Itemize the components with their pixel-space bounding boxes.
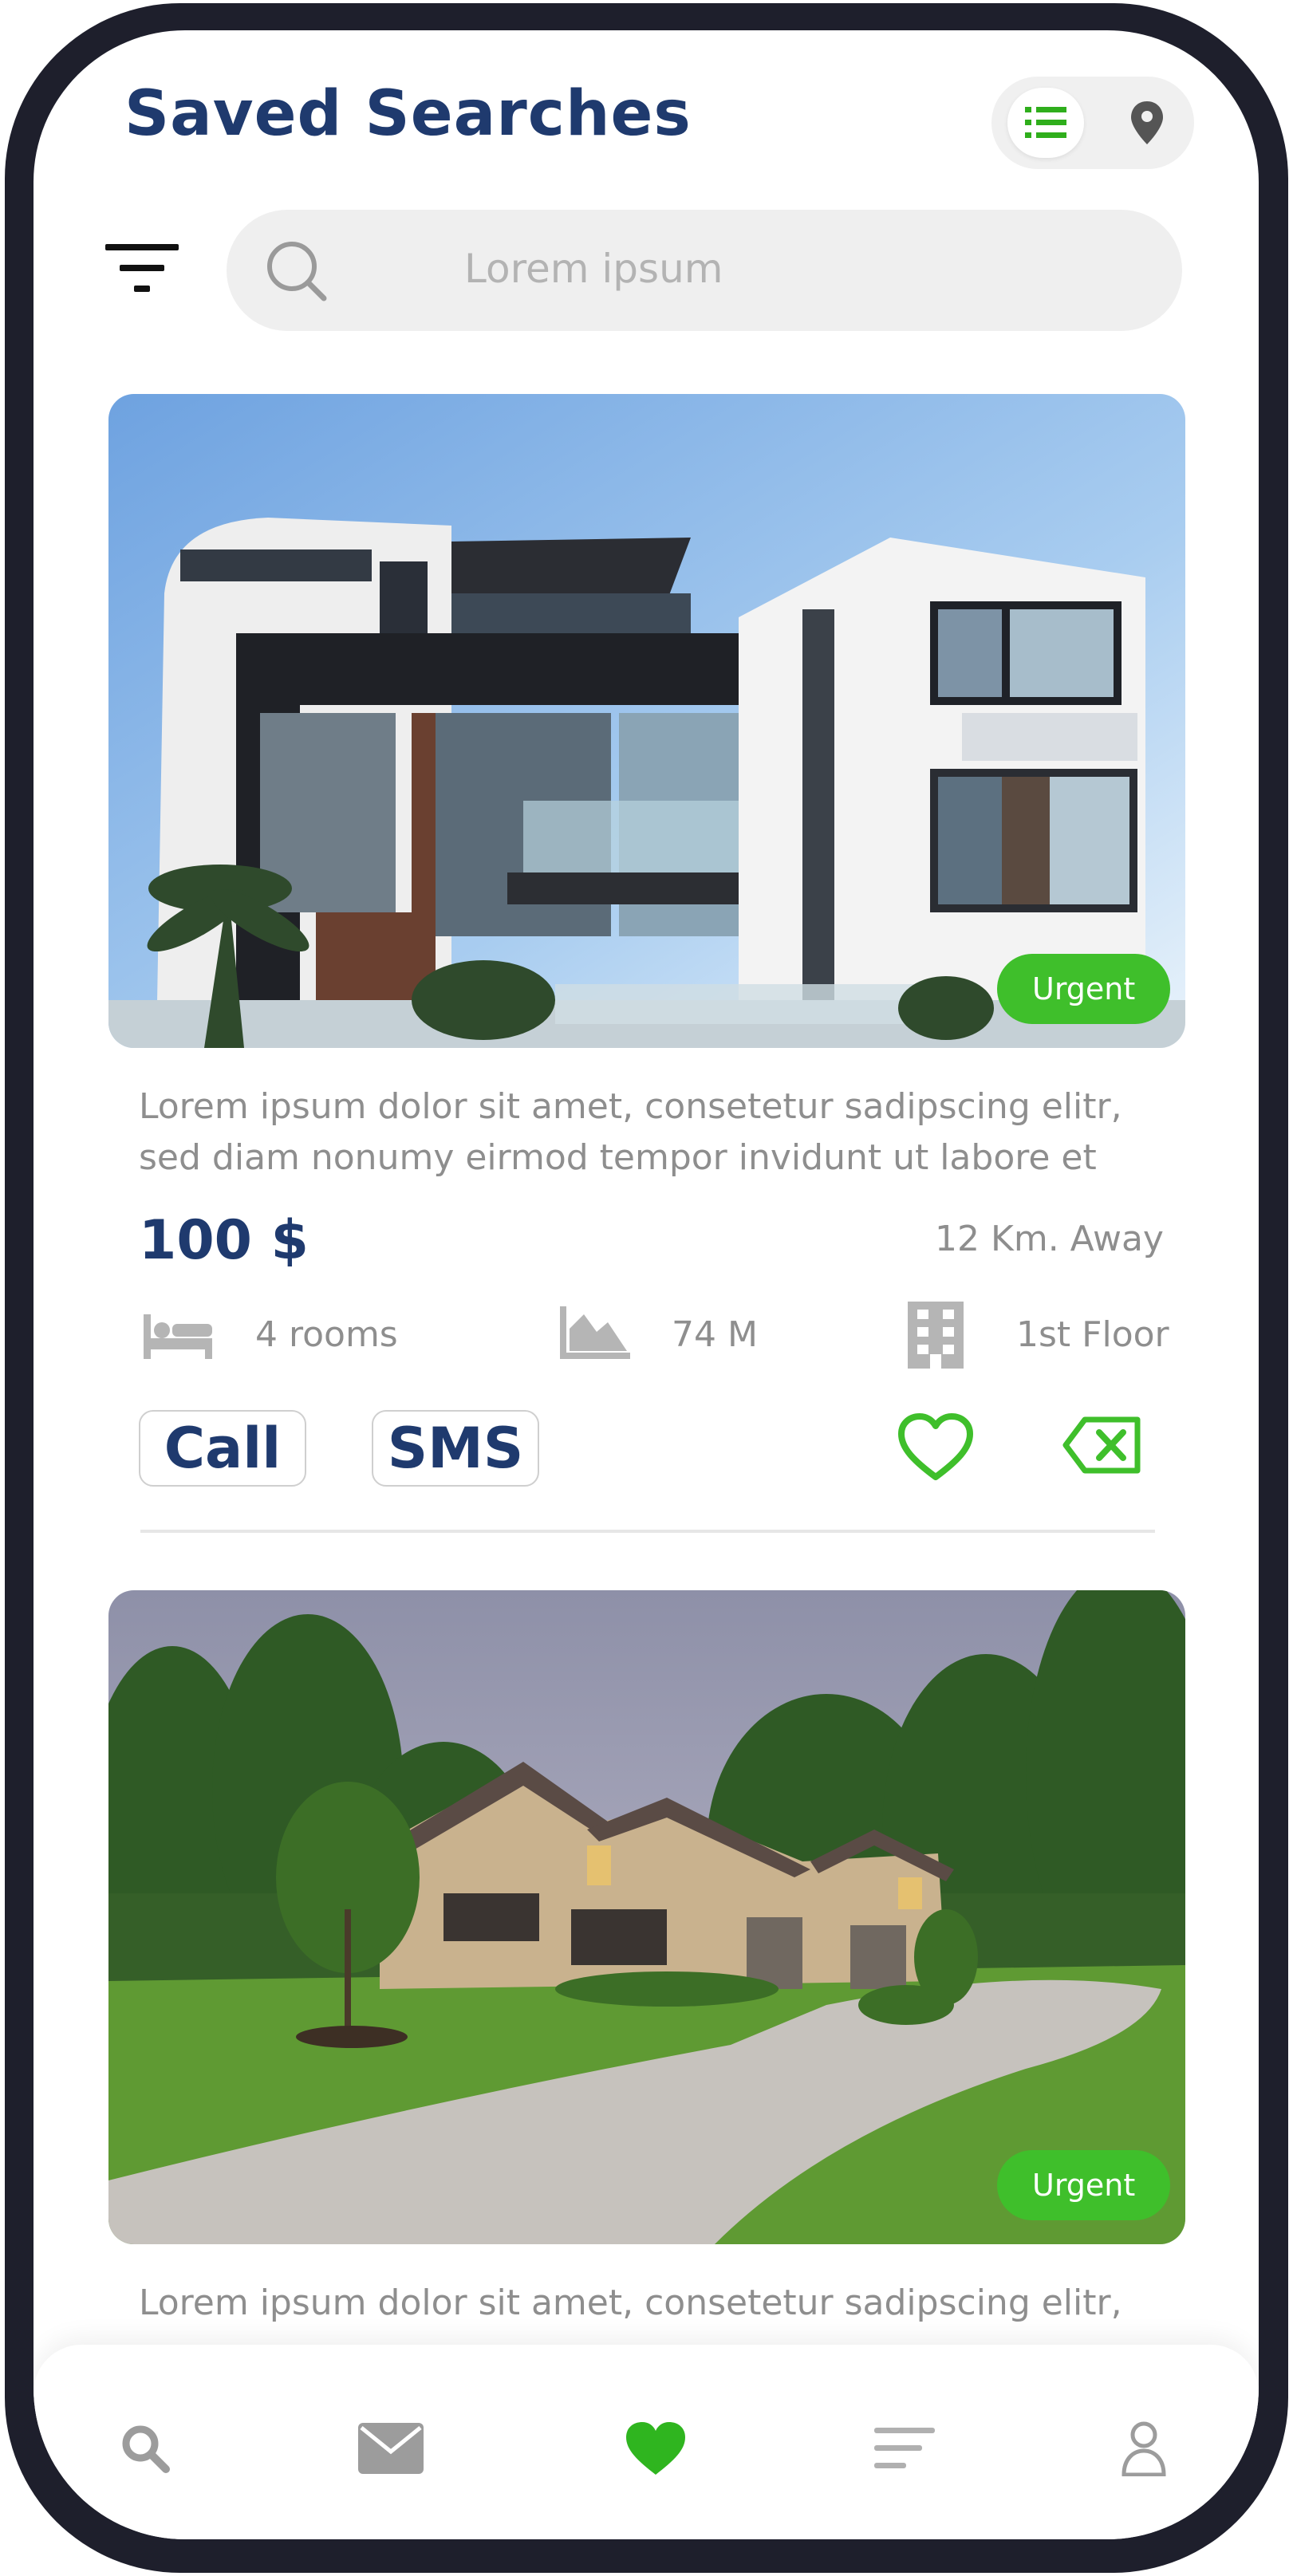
list-view-button[interactable] bbox=[1007, 88, 1084, 158]
listing-price: 100 $ bbox=[139, 1209, 309, 1272]
bottom-nav bbox=[34, 2345, 1259, 2539]
bed-icon bbox=[144, 1314, 212, 1359]
urgent-badge: Urgent bbox=[997, 954, 1171, 1024]
nav-favorites[interactable] bbox=[617, 2410, 694, 2487]
nav-messages[interactable] bbox=[353, 2410, 429, 2487]
list-icon bbox=[1025, 107, 1066, 138]
app-screen: Saved Searches Lorem ipsum Urgent Lorem … bbox=[34, 30, 1259, 2539]
nav-search[interactable] bbox=[107, 2410, 183, 2487]
heart-icon bbox=[626, 2422, 685, 2475]
sms-button[interactable]: SMS bbox=[372, 1410, 539, 1487]
map-pin-icon bbox=[1131, 101, 1163, 144]
listing-description-line2: sed diam nonumy eirmod tempor invidunt u… bbox=[139, 1137, 1097, 1178]
mail-icon bbox=[358, 2423, 424, 2474]
area-size: 74 M bbox=[672, 1314, 758, 1355]
nav-menu[interactable] bbox=[866, 2410, 943, 2487]
rooms-count: 4 rooms bbox=[255, 1314, 398, 1355]
area-chart-icon bbox=[560, 1306, 630, 1359]
listing-image-brick-house[interactable] bbox=[108, 1590, 1185, 2244]
page-title: Saved Searches bbox=[124, 78, 692, 150]
listing-description-line1: Lorem ipsum dolor sit amet, consetetur s… bbox=[139, 1086, 1122, 1127]
modern-house-photo bbox=[108, 394, 1185, 1048]
listing-distance: 12 Km. Away bbox=[935, 1219, 1164, 1259]
search-placeholder: Lorem ipsum bbox=[464, 246, 723, 292]
building-icon bbox=[908, 1302, 964, 1369]
filter-icon[interactable] bbox=[105, 241, 179, 298]
floor-level: 1st Floor bbox=[1016, 1314, 1169, 1355]
search-icon bbox=[122, 2425, 170, 2473]
listing-divider bbox=[140, 1530, 1155, 1533]
user-icon bbox=[1122, 2421, 1166, 2476]
map-view-button[interactable] bbox=[1118, 94, 1176, 152]
heart-outline-icon[interactable] bbox=[897, 1412, 975, 1482]
menu-icon bbox=[874, 2428, 935, 2468]
brick-house-photo bbox=[108, 1590, 1185, 2244]
call-button[interactable]: Call bbox=[139, 1410, 306, 1487]
remove-listing-icon[interactable] bbox=[1062, 1416, 1142, 1474]
listing-image-modern-house[interactable] bbox=[108, 394, 1185, 1048]
search-icon bbox=[267, 242, 327, 301]
listing-description-line1: Lorem ipsum dolor sit amet, consetetur s… bbox=[139, 2283, 1122, 2323]
nav-profile[interactable] bbox=[1106, 2410, 1182, 2487]
urgent-badge: Urgent bbox=[997, 2150, 1171, 2220]
